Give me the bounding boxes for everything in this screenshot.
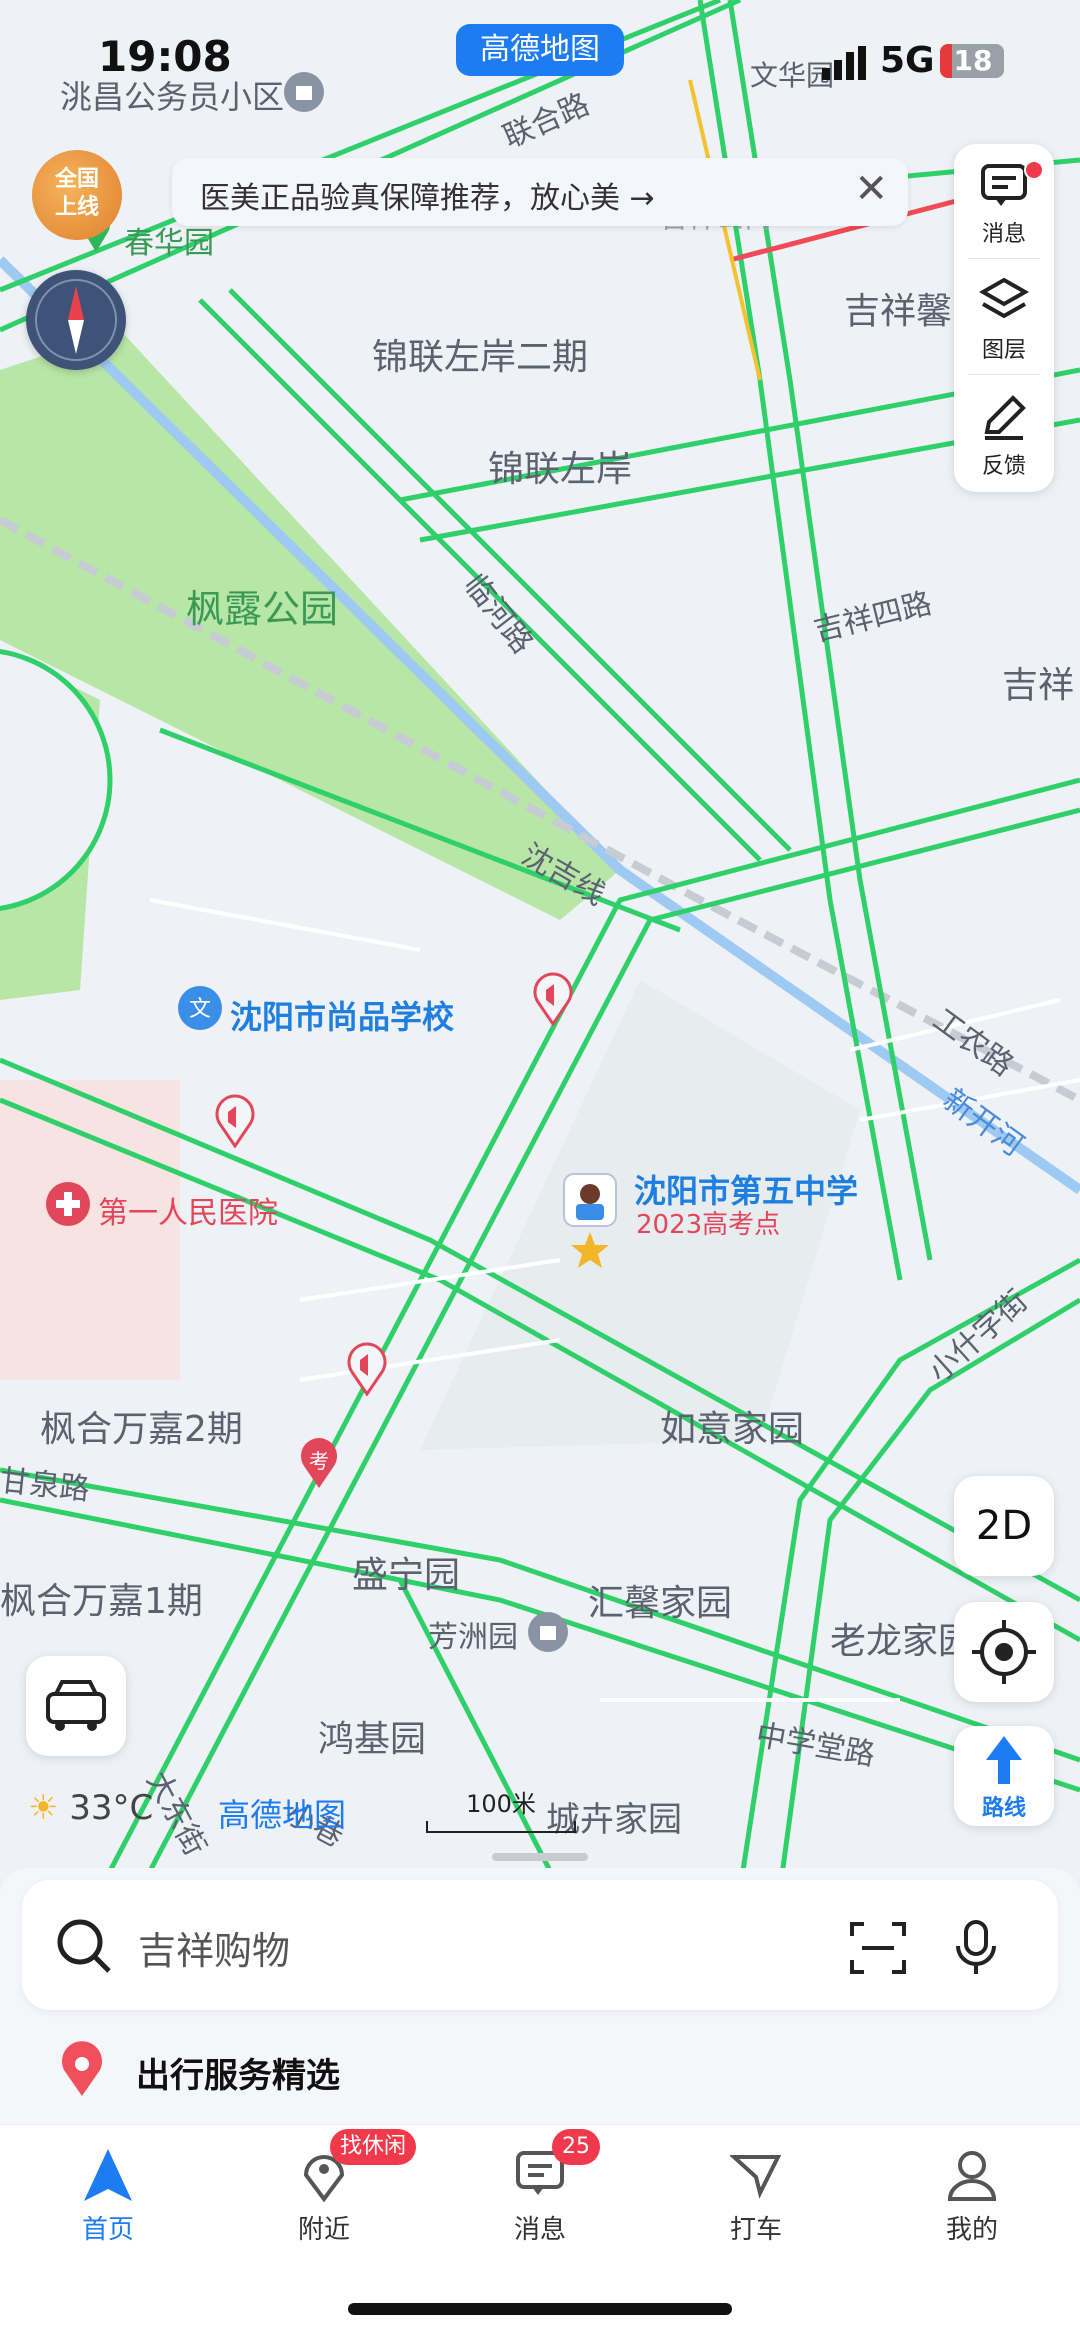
school-five-marker-icon[interactable] — [560, 1170, 620, 1230]
map-canvas[interactable]: 洮昌公务员小区 春华园 锦联左岸二期 锦联左岸 枫露公园 吉祥馨 吉祥 文华园 … — [0, 0, 1080, 1890]
battery-indicator: 18 — [940, 44, 1004, 78]
locate-icon — [972, 1620, 1036, 1684]
locate-button[interactable] — [954, 1602, 1054, 1702]
place-label: 枫合万嘉1期 — [0, 1581, 203, 1622]
community-icon — [528, 1612, 568, 1652]
map-tools-panel: 消息 图层 反馈 — [954, 144, 1054, 492]
layers-icon — [979, 277, 1029, 319]
map-brand: 高德地图 — [218, 1796, 347, 1834]
message-icon — [981, 164, 1027, 206]
status-bar: 19:08 5G 18 高德地图 — [0, 0, 1080, 110]
status-time: 19:08 — [98, 32, 232, 81]
school-label[interactable]: 沈阳市尚品学校 — [230, 992, 454, 1038]
road-label: 甘泉路 — [0, 1463, 92, 1508]
sun-icon: ☀ — [28, 1788, 59, 1828]
edit-icon — [984, 395, 1026, 440]
hospital-label[interactable]: 第一人民医院 — [98, 1188, 278, 1232]
compass-button[interactable] — [26, 270, 126, 370]
compass-icon — [35, 279, 117, 361]
messages-badge: 25 — [552, 2129, 600, 2165]
banner-text: 医美正品验真保障推荐，放心美 → — [200, 181, 655, 216]
route-button[interactable]: 路线 — [954, 1726, 1054, 1826]
tool-feedback[interactable]: 反馈 — [954, 376, 1054, 486]
weather: ☀ 33°C — [28, 1788, 154, 1828]
place-label: 盛宁园 — [352, 1555, 461, 1596]
svg-text:文: 文 — [189, 997, 211, 1022]
unread-dot — [1024, 160, 1044, 180]
place-label: 吉祥馨 — [844, 291, 953, 332]
place-label: 锦联左岸二期 — [372, 337, 589, 378]
place-label: 芳洲园 — [428, 1620, 518, 1655]
search-input[interactable]: 吉祥购物 — [138, 1920, 290, 1975]
place-label: 老龙家园 — [830, 1621, 975, 1662]
tab-profile[interactable]: 我的 — [902, 2143, 1042, 2253]
microphone-icon[interactable] — [952, 1918, 1000, 1978]
promo-badge[interactable]: 全国 上线 — [32, 150, 122, 240]
close-icon[interactable]: ✕ — [854, 166, 888, 212]
signal-icon — [822, 46, 866, 80]
nearby-badge: 找休闲 — [330, 2129, 417, 2165]
car-icon — [46, 1680, 106, 1731]
tab-home[interactable]: 首页 — [38, 2143, 178, 2253]
place-label: 枫露公园 — [186, 587, 339, 631]
profile-icon — [947, 2151, 997, 2201]
speaker-camera-icon[interactable] — [212, 1094, 258, 1148]
search-icon — [57, 1919, 111, 1973]
scan-icon[interactable] — [848, 1920, 908, 1976]
exam-pin-icon[interactable]: 考 — [296, 1436, 342, 1490]
taxi-icon — [730, 2155, 782, 2199]
home-indicator[interactable] — [348, 2303, 732, 2315]
app-pill[interactable]: 高德地图 — [456, 24, 624, 76]
navigation-arrow-icon — [84, 2149, 132, 2201]
sheet-handle[interactable] — [492, 1853, 588, 1861]
promo-banner[interactable]: 医美正品验真保障推荐，放心美 → ✕ — [172, 158, 908, 226]
tool-layers[interactable]: 图层 — [954, 260, 1054, 370]
exam-site-tag: 2023高考点 — [636, 1210, 781, 1240]
tool-messages[interactable]: 消息 — [954, 144, 1054, 254]
place-label: 鸿基园 — [318, 1719, 427, 1760]
car-mode-button[interactable] — [26, 1656, 126, 1756]
network-type: 5G — [880, 40, 935, 81]
view-mode-button[interactable]: 2D — [954, 1476, 1054, 1576]
speaker-camera-icon[interactable] — [530, 972, 576, 1026]
svg-text:考: 考 — [309, 1449, 329, 1473]
hospital-pin-icon[interactable] — [44, 1180, 92, 1228]
place-label: 枫合万嘉2期 — [40, 1409, 243, 1450]
search-bar[interactable]: 吉祥购物 — [22, 1880, 1058, 2010]
place-label: 锦联左岸 — [488, 449, 633, 490]
scale-bar: 100米 — [426, 1784, 576, 1833]
route-arrow-icon — [986, 1736, 1022, 1784]
place-label: 如意家园 — [660, 1409, 805, 1450]
tab-taxi[interactable]: 打车 — [686, 2143, 826, 2253]
service-section-title[interactable]: 出行服务精选 — [136, 2048, 340, 2097]
place-label: 汇馨家园 — [588, 1583, 733, 1624]
speaker-camera-icon[interactable] — [344, 1342, 390, 1396]
school-pin-icon[interactable]: 文 — [176, 986, 224, 1036]
star-icon — [571, 1232, 609, 1268]
location-pin-icon — [62, 2041, 102, 2096]
place-label: 吉祥 — [1002, 665, 1075, 706]
